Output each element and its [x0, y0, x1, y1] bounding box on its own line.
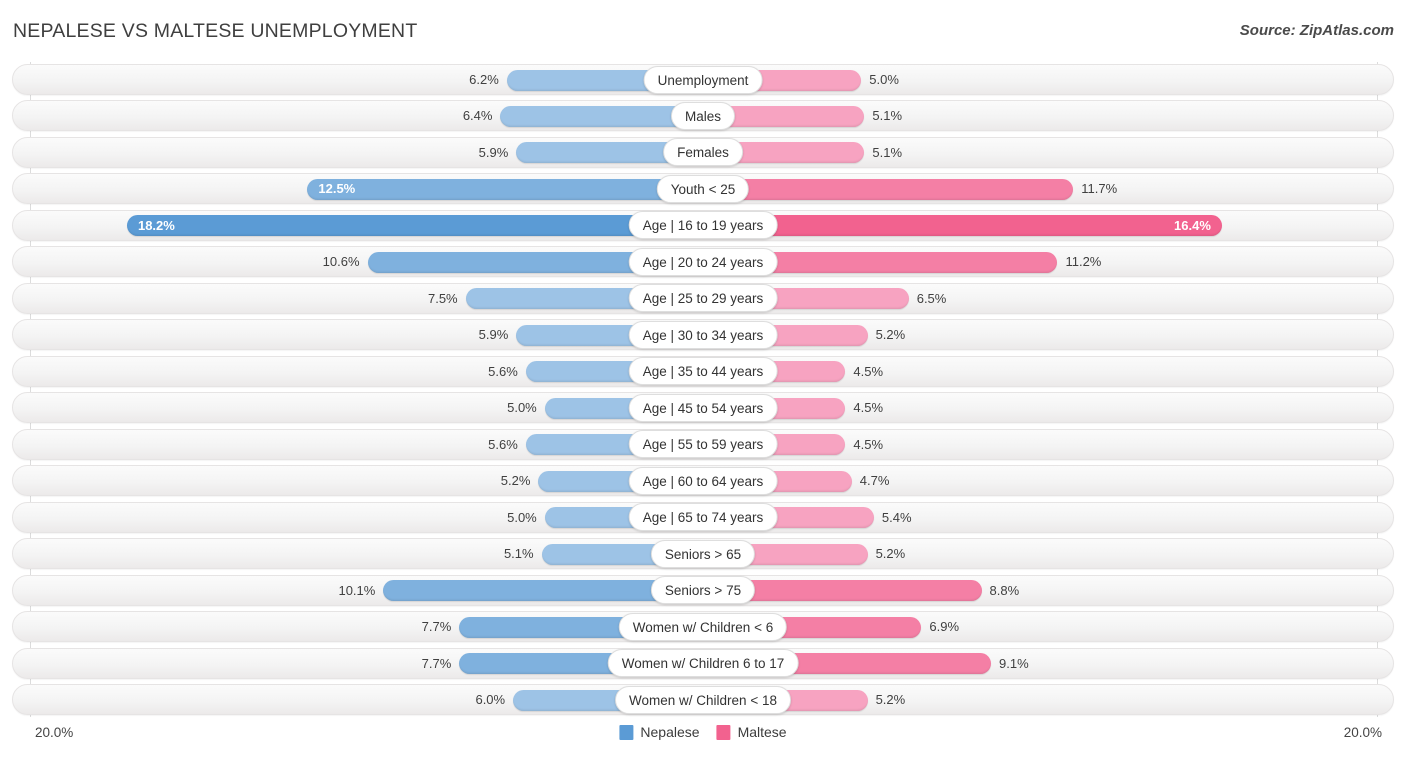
value-label-maltese: 5.0%	[869, 72, 899, 87]
table-row[interactable]: 7.5% 6.5% Age | 25 to 29 years	[0, 281, 1406, 317]
legend-swatch-maltese	[716, 724, 731, 740]
row-category-label[interactable]: Males	[670, 101, 736, 130]
table-row[interactable]: 7.7% 9.1% Women w/ Children 6 to 17	[0, 646, 1406, 682]
value-label-nepalese: 5.9%	[478, 327, 509, 343]
value-label-maltese: 11.2%	[1065, 254, 1102, 270]
value-label-maltese: 9.1%	[999, 655, 1029, 671]
legend-item-maltese[interactable]: Maltese	[716, 724, 787, 740]
chart-header: NEPALESE VS MALTESE UNEMPLOYMENT Source:…	[0, 0, 1406, 62]
value-label-maltese: 5.2%	[875, 327, 906, 343]
value-label-maltese: 4.5%	[853, 400, 884, 416]
value-label-nepalese: 7.7%	[421, 619, 452, 635]
chart-footer: 20.0% Nepalese Maltese 20.0%	[0, 717, 1406, 757]
row-category-label[interactable]: Age | 25 to 29 years	[628, 284, 778, 313]
value-label-nepalese: 12.5%	[318, 181, 356, 197]
axis-label-right: 20.0%	[1343, 725, 1382, 740]
value-label-nepalese: 10.1%	[338, 582, 376, 598]
value-label-nepalese: 5.1%	[503, 546, 534, 562]
value-label-nepalese: 7.7%	[421, 655, 452, 671]
row-category-label[interactable]: Age | 45 to 54 years	[628, 393, 778, 422]
row-category-label[interactable]: Age | 60 to 64 years	[628, 466, 778, 495]
legend-item-nepalese[interactable]: Nepalese	[619, 724, 700, 740]
row-category-label[interactable]: Seniors > 75	[650, 576, 756, 605]
bar-maltese[interactable]	[703, 215, 1223, 237]
row-category-label[interactable]: Unemployment	[643, 65, 763, 94]
table-row[interactable]: 5.9% 5.2% Age | 30 to 34 years	[0, 317, 1406, 353]
table-row[interactable]: 5.6% 4.5% Age | 35 to 44 years	[0, 354, 1406, 390]
row-category-label[interactable]: Age | 65 to 74 years	[628, 503, 778, 532]
value-label-nepalese: 5.2%	[500, 473, 531, 489]
value-label-maltese: 4.7%	[859, 473, 890, 489]
row-category-label[interactable]: Females	[663, 138, 743, 167]
row-category-label[interactable]: Age | 16 to 19 years	[628, 211, 778, 240]
table-row[interactable]: 10.6% 11.2% Age | 20 to 24 years	[0, 244, 1406, 280]
table-row[interactable]: 6.4% 5.1% Males	[0, 98, 1406, 134]
value-label-nepalese: 5.6%	[488, 436, 518, 452]
value-label-maltese: 5.2%	[875, 546, 906, 562]
table-row[interactable]: 5.9% 5.1% Females	[0, 135, 1406, 171]
value-label-maltese: 11.7%	[1081, 181, 1118, 197]
legend-swatch-nepalese	[619, 724, 634, 740]
source-attribution: Source: ZipAtlas.com	[1239, 22, 1394, 39]
row-category-label[interactable]: Women w/ Children 6 to 17	[607, 649, 799, 678]
row-category-label[interactable]: Women w/ Children < 18	[615, 685, 791, 714]
value-label-nepalese: 7.5%	[427, 290, 458, 306]
value-label-maltese: 4.5%	[853, 363, 884, 379]
value-label-nepalese: 5.0%	[507, 400, 537, 416]
value-label-maltese: 5.2%	[875, 692, 906, 708]
table-row[interactable]: 5.2% 4.7% Age | 60 to 64 years	[0, 463, 1406, 499]
chart-plot-area: 6.2% 5.0% Unemployment 6.4% 5.1% Males 5.9% 5.1…	[0, 62, 1406, 717]
table-row[interactable]: 6.0% 5.2% Women w/ Children < 18	[0, 682, 1406, 718]
row-category-label[interactable]: Age | 35 to 44 years	[628, 357, 778, 386]
row-category-label[interactable]: Youth < 25	[656, 174, 750, 203]
legend-label-maltese: Maltese	[737, 724, 787, 740]
value-label-maltese: 5.1%	[872, 108, 903, 124]
value-label-nepalese: 5.9%	[478, 144, 509, 160]
page-title: NEPALESE VS MALTESE UNEMPLOYMENT	[13, 20, 418, 42]
value-label-maltese: 6.5%	[916, 290, 947, 306]
chart-legend: Nepalese Maltese	[619, 724, 787, 740]
bar-nepalese[interactable]	[307, 178, 703, 200]
value-label-nepalese: 6.0%	[475, 692, 506, 708]
row-category-label[interactable]: Women w/ Children < 6	[618, 612, 788, 641]
value-label-maltese: 4.5%	[853, 436, 884, 452]
row-category-label[interactable]: Age | 20 to 24 years	[628, 247, 778, 276]
table-row[interactable]: 10.1% 8.8% Seniors > 75	[0, 573, 1406, 609]
value-label-maltese: 6.9%	[929, 619, 960, 635]
table-row[interactable]: 5.0% 5.4% Age | 65 to 74 years	[0, 500, 1406, 536]
table-row[interactable]: 5.1% 5.2% Seniors > 65	[0, 536, 1406, 572]
table-row[interactable]: 5.0% 4.5% Age | 45 to 54 years	[0, 390, 1406, 426]
row-category-label[interactable]: Seniors > 65	[650, 539, 756, 568]
row-category-label[interactable]: Age | 30 to 34 years	[628, 320, 778, 349]
bar-maltese[interactable]	[703, 178, 1074, 200]
axis-label-left: 20.0%	[35, 725, 74, 740]
value-label-nepalese: 5.0%	[507, 509, 537, 525]
row-category-label[interactable]: Age | 55 to 59 years	[628, 430, 778, 459]
value-label-nepalese: 18.2%	[137, 217, 175, 233]
value-label-nepalese: 6.2%	[469, 72, 499, 87]
table-row[interactable]: 7.7% 6.9% Women w/ Children < 6	[0, 609, 1406, 645]
bar-rows-container: 6.2% 5.0% Unemployment 6.4% 5.1% Males 5.9% 5.1…	[0, 62, 1406, 719]
value-label-maltese: 5.1%	[872, 144, 903, 160]
value-label-maltese: 16.4%	[1174, 217, 1211, 233]
value-label-nepalese: 5.6%	[488, 363, 518, 379]
table-row[interactable]: 6.2% 5.0% Unemployment	[0, 62, 1406, 98]
legend-label-nepalese: Nepalese	[640, 724, 700, 740]
table-row[interactable]: 12.5% 11.7% Youth < 25	[0, 171, 1406, 207]
table-row[interactable]: 18.2% 16.4% Age | 16 to 19 years	[0, 208, 1406, 244]
table-row[interactable]: 5.6% 4.5% Age | 55 to 59 years	[0, 427, 1406, 463]
bar-nepalese[interactable]	[126, 215, 703, 237]
value-label-nepalese: 10.6%	[322, 254, 360, 270]
value-label-nepalese: 6.4%	[462, 108, 493, 124]
value-label-maltese: 8.8%	[989, 582, 1020, 598]
value-label-maltese: 5.4%	[881, 509, 912, 525]
